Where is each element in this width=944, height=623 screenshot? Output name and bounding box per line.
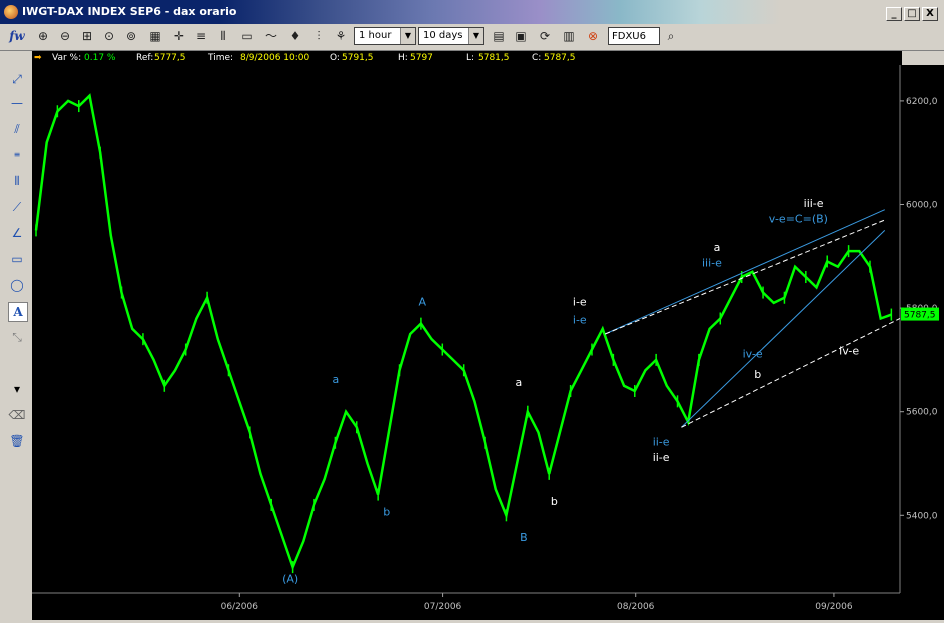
restore-button[interactable]: □ [904,7,920,21]
app-icon [4,5,18,19]
y-tick-label: 6000,0 [906,201,938,211]
x-tick-label: 08/2006 [617,602,655,612]
x-tick-label: 06/2006 [221,602,259,612]
table-icon[interactable]: ▥ [560,27,578,45]
trendline-icon[interactable]: ⤢ [8,70,26,88]
toolbar: fw ⊕ ⊖ ⊞ ⊙ ⊚ ▦ ✛ ≡ ⦀ ▭ 〜 ♦ ⫶ ⚘ 1 hour ▼ … [0,24,944,51]
window-title: IWGT-DAX INDEX SEP6 - dax orario [22,5,237,18]
time-label: Time: [208,53,234,63]
price-chart[interactable]: 5400,05600,05800,06000,06200,006/200607/… [32,65,944,620]
interval-select[interactable]: 1 hour ▼ [354,27,416,45]
last-value-label: 5787,5 [904,311,936,321]
price-series-line [34,93,892,571]
eraser-icon[interactable]: ⌫ [8,406,26,424]
zoom-out-icon[interactable]: ⊖ [56,27,74,45]
horizontal-bars-icon[interactable]: ≡ [192,27,210,45]
crosshair-icon[interactable]: ✛ [170,27,188,45]
chevron-down-icon[interactable]: ▼ [400,28,415,44]
y-tick-label: 5600,0 [906,408,938,418]
indicator-icon[interactable]: ⚘ [332,27,350,45]
pointer-icon[interactable]: ⤡ [8,328,26,346]
angle-icon[interactable]: ∠ [8,224,26,242]
zoom-fit-icon[interactable]: ⊞ [78,27,96,45]
close-value: 5787,5 [544,53,576,63]
wave-label: i-e [573,314,587,327]
color-picker-icon[interactable]: ▾ [8,380,26,398]
drawing-tools-panel: ⤢ — ⫽ ≡ ⦀ ⟋ ∠ ▭ ◯ A ⤡ ▾ ⌫ 🗑 [0,64,32,620]
refresh-icon[interactable]: ⟳ [536,27,554,45]
ellipse-icon[interactable]: ◯ [8,276,26,294]
low-value: 5781,5 [478,53,510,63]
save-icon[interactable]: ▣ [512,27,530,45]
vertical-bars-icon[interactable]: ⦀ [214,27,232,45]
interval-value: 1 hour [359,30,392,41]
wave-label: iv-e [839,345,859,358]
price-chart-area[interactable]: 5400,05600,05800,06000,06200,006/200607/… [32,65,944,620]
close-button[interactable]: X [922,7,938,21]
close-label: C: [532,53,542,63]
fan-lines-icon[interactable]: ⟋ [8,198,26,216]
info-bar: ➡ Var %: 0.17 % Ref: 5777,5 Time: 8/9/20… [32,51,902,65]
parallel-lines-icon[interactable]: ⫽ [8,120,26,138]
wave-label: b [754,368,761,381]
trash-icon[interactable]: 🗑 [8,432,26,450]
wave-label: a [714,241,721,254]
zoom-in-icon[interactable]: ⊕ [34,27,52,45]
wave-label: i-e [573,296,587,309]
wave-label: b [383,505,390,518]
var-label: Var %: [52,53,82,63]
chevron-down-icon[interactable]: ▼ [468,28,483,44]
arrow-right-icon: ➡ [34,53,42,63]
horizontal-line-icon[interactable]: — [8,94,26,112]
range-select[interactable]: 10 days ▼ [418,27,484,45]
high-value: 5797 [410,53,433,63]
x-tick-label: 09/2006 [815,602,853,612]
wave-label: A [418,296,426,309]
symbol-input[interactable] [608,27,660,45]
window-icon[interactable]: ▭ [238,27,256,45]
line-chart-icon[interactable]: 〜 [262,27,280,45]
var-value: 0.17 % [84,53,116,63]
fibonacci-icon[interactable]: ≡ [8,146,26,164]
stop-icon[interactable]: ⊗ [584,27,602,45]
fw-logo-button[interactable]: fw [8,27,26,45]
zoom-history-icon[interactable]: ⊙ [100,27,118,45]
title-bar: IWGT-DAX INDEX SEP6 - dax orario _ □ X [0,0,944,24]
high-label: H: [398,53,408,63]
low-label: L: [466,53,475,63]
bar-chart-icon[interactable]: ⫶ [310,27,328,45]
wave-label: ii-e [653,451,670,464]
ref-value: 5777,5 [154,53,186,63]
wave-label: (A) [282,573,298,586]
minimize-button[interactable]: _ [886,7,902,21]
x-tick-label: 07/2006 [424,602,462,612]
search-icon[interactable]: ⌕ [662,27,680,45]
open-label: O: [330,53,340,63]
rectangle-icon[interactable]: ▭ [8,250,26,268]
wave-label: B [520,531,528,544]
wave-label: ii-e [653,435,670,448]
wave-label: iv-e [743,347,763,360]
range-value: 10 days [423,30,463,41]
wave-label: iii-e [804,197,824,210]
y-tick-label: 5400,0 [906,511,938,521]
y-tick-label: 6200,0 [906,97,938,107]
dashed-upper-line [605,219,885,335]
grid-icon[interactable]: ▦ [146,27,164,45]
open-folder-icon[interactable]: ▤ [490,27,508,45]
wave-label: a [332,373,339,386]
time-value: 8/9/2006 10:00 [240,53,310,63]
wave-label: v-e=C=(B) [769,213,828,226]
upper-channel-line [605,209,885,335]
text-tool-icon[interactable]: A [8,302,28,322]
wave-label: a [515,376,522,389]
ref-label: Ref: [136,53,154,63]
dashed-lower-line [681,318,901,428]
open-value: 5791,5 [342,53,374,63]
candlestick-icon[interactable]: ♦ [286,27,304,45]
zoom-reset-icon[interactable]: ⊚ [122,27,140,45]
vertical-lines-icon[interactable]: ⦀ [8,172,26,190]
wave-label: b [551,495,558,508]
wave-label: iii-e [702,257,722,270]
